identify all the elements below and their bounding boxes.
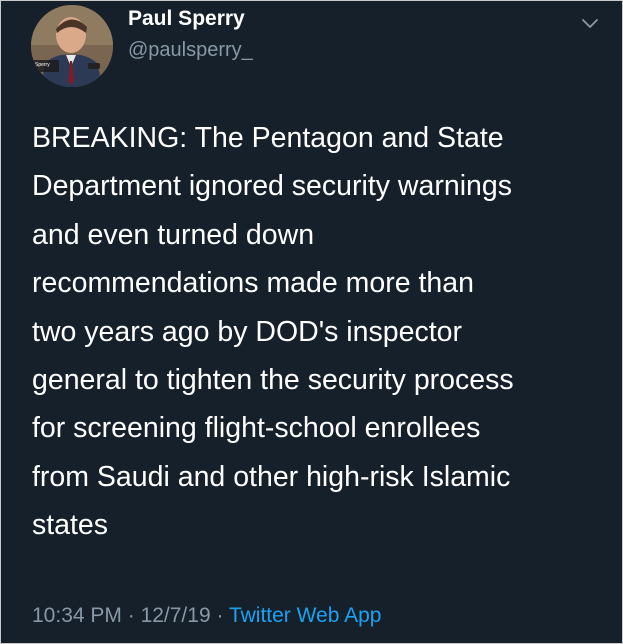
tweet-line: from Saudi and other high-risk Islamic bbox=[32, 460, 511, 493]
tweet-metadata: 10:34 PM · 12/7/19 · Twitter Web App bbox=[32, 604, 381, 628]
tweet-source-link[interactable]: Twitter Web App bbox=[229, 604, 382, 627]
author-avatar[interactable]: Sperry bbox=[31, 5, 113, 87]
tweet-line: two years ago by DOD's inspector bbox=[32, 315, 462, 348]
tweet-line: and even turned down bbox=[32, 218, 315, 251]
meta-separator: · bbox=[210, 604, 229, 627]
tweet-line: Department ignored security warnings bbox=[32, 170, 512, 203]
meta-separator: · bbox=[121, 604, 141, 627]
chevron-down-icon[interactable] bbox=[577, 11, 603, 37]
tweet-line: states bbox=[32, 509, 109, 542]
tweet-date[interactable]: 12/7/19 bbox=[141, 604, 211, 627]
tweet-card: Sperry Paul Sperry @paulsperry_ BREAKING… bbox=[0, 0, 623, 644]
author-name[interactable]: Paul Sperry bbox=[128, 7, 245, 31]
avatar-caption: Sperry bbox=[35, 62, 50, 68]
tweet-line: for screening flight-school enrollees bbox=[32, 412, 481, 445]
tweet-line: general to tighten the security process bbox=[32, 364, 514, 397]
tweet-time[interactable]: 10:34 PM bbox=[32, 604, 122, 627]
tweet-line: BREAKING: The Pentagon and State bbox=[32, 122, 504, 154]
tweet-line: recommendations made more than bbox=[32, 267, 474, 300]
avatar-image: Sperry bbox=[31, 5, 113, 87]
author-handle[interactable]: @paulsperry_ bbox=[128, 39, 253, 62]
tweet-text: BREAKING: The Pentagon and State Departm… bbox=[32, 114, 602, 550]
